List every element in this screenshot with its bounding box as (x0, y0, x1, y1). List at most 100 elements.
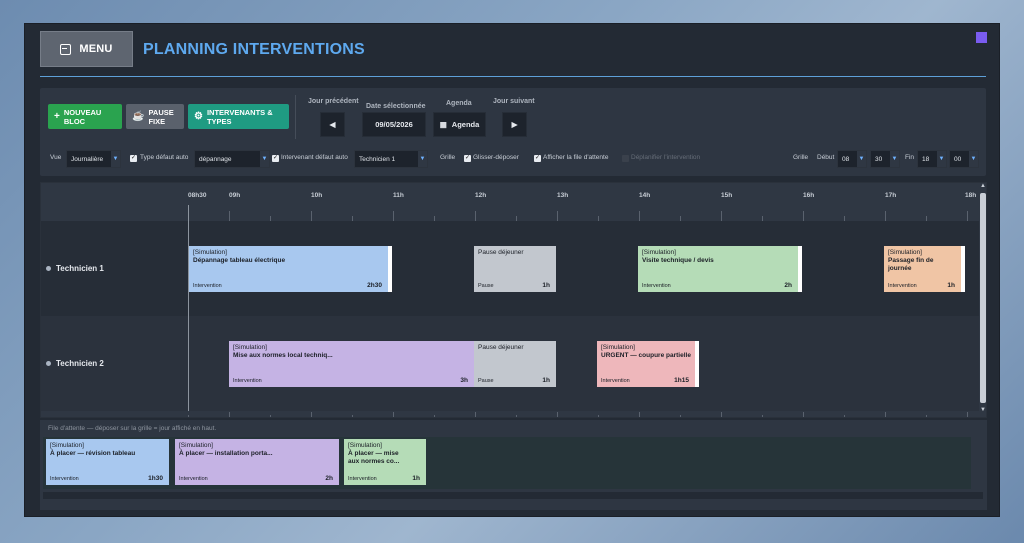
tick-label-12: 12h (475, 192, 487, 199)
timeline-tick (721, 211, 722, 221)
timeline-tick (721, 412, 722, 417)
toolbar: + NOUVEAU BLOC ☕ PAUSE FIXE ⚙ INTERVENAN… (40, 88, 986, 176)
vue-label: Vue (50, 154, 62, 161)
selected-date-label: Date sélectionnée (366, 103, 426, 110)
technician-label: Technicien 1 (46, 264, 104, 273)
timeline-tick (229, 412, 230, 417)
chevron-down-icon: ▼ (890, 151, 899, 167)
type-value: dépannage (199, 156, 232, 163)
intervention-block[interactable]: [Simulation] Visite technique / devis In… (638, 246, 802, 292)
block-category: Intervention (601, 378, 630, 384)
debut-min-select[interactable]: 30 ▼ (870, 150, 900, 168)
fin-min-select[interactable]: 00 ▼ (949, 150, 979, 168)
type-default-label: Type défaut auto (140, 154, 189, 161)
timeline-tick (516, 415, 517, 417)
staff-types-button[interactable]: ⚙ INTERVENANTS & TYPES (188, 104, 289, 129)
queue-scrollbar[interactable] (43, 492, 983, 499)
grille-label-2: Grille (793, 154, 809, 161)
timeline-tick (475, 412, 476, 417)
page-title: PLANNING INTERVENTIONS (143, 41, 365, 58)
block-tag: [Simulation] (642, 249, 676, 256)
block-title: Passage fin de journée (888, 257, 934, 272)
tick-label-11: 11h (393, 192, 404, 199)
block-title: À placer — installation porta... (179, 450, 273, 457)
block-category: Intervention (888, 283, 917, 289)
chevron-down-icon: ▼ (260, 151, 269, 167)
waiting-queue: File d'attente — déposer sur la grille =… (40, 420, 987, 510)
window-indicator (976, 32, 987, 43)
block-title: Mise aux normes local techniq... (233, 352, 333, 359)
timeline-tick (967, 211, 968, 221)
intervention-block[interactable]: [Simulation] Mise aux normes local techn… (229, 341, 474, 387)
type-select[interactable]: dépannage ▼ (194, 150, 270, 168)
unschedule-checkbox[interactable]: ✓ (622, 155, 629, 162)
fin-hour-value: 18 (922, 156, 930, 163)
scroll-up-icon[interactable]: ▲ (979, 183, 986, 189)
prev-day-button[interactable]: ◀ (320, 112, 345, 137)
tick-label-18: 18h (965, 192, 977, 199)
chevron-down-icon: ▼ (418, 151, 427, 167)
block-duration: 3h (460, 377, 468, 384)
fixed-break-button[interactable]: ☕ PAUSE FIXE (126, 104, 184, 129)
technician-label: Technicien 2 (46, 359, 104, 368)
intervenant-select[interactable]: Technicien 1 ▼ (354, 150, 428, 168)
type-default-checkbox[interactable]: ✓ (130, 155, 137, 162)
chevron-right-icon: ▶ (511, 120, 518, 129)
block-duration: 2h (784, 282, 792, 289)
planning-grid[interactable]: 08h30 09h 10h 11h 12h 13h 14h 15h 16h 17… (40, 182, 987, 418)
queue-item[interactable]: [Simulation] À placer — révision tableau… (46, 439, 169, 485)
block-title: À placer — mise aux normes co... (348, 450, 400, 465)
fixed-break-label: PAUSE FIXE (148, 107, 174, 126)
queue-item[interactable]: [Simulation] À placer — mise aux normes … (344, 439, 426, 485)
block-tag: [Simulation] (179, 442, 213, 449)
timeline-tick (311, 211, 312, 221)
drag-drop-checkbox[interactable]: ✓ (464, 155, 471, 162)
next-day-button[interactable]: ▶ (502, 112, 527, 137)
chevron-down-icon: ▼ (937, 151, 946, 167)
tick-label-15: 15h (721, 192, 733, 199)
agenda-label: Agenda (446, 100, 472, 107)
timeline-tick (557, 211, 558, 221)
intervenant-default-checkbox[interactable]: ✓ (272, 155, 279, 162)
fin-hour-select[interactable]: 18 ▼ (917, 150, 947, 168)
block-category: Intervention (348, 476, 377, 482)
grid-scrollbar[interactable]: ▲ ▼ (979, 183, 986, 417)
break-block[interactable]: Pause déjeuner Pause 1h (474, 341, 556, 387)
chevron-left-icon: ◀ (329, 120, 336, 129)
intervention-block[interactable]: [Simulation] Passage fin de journée Inte… (884, 246, 965, 292)
toolbar-separator (295, 95, 296, 139)
scroll-down-icon[interactable]: ▼ (979, 407, 986, 413)
agenda-button[interactable]: ▦ Agenda (433, 112, 486, 137)
menu-button[interactable]: MENU (40, 31, 133, 67)
show-queue-checkbox[interactable]: ✓ (534, 155, 541, 162)
debut-min-value: 30 (875, 156, 883, 163)
timeline-tick (311, 412, 312, 417)
vue-select[interactable]: Journalière ▼ (66, 150, 121, 168)
timeline-tick (762, 415, 763, 417)
menu-label: MENU (79, 43, 113, 55)
intervention-block[interactable]: [Simulation] Dépannage tableau électriqu… (189, 246, 392, 292)
chevron-down-icon: ▼ (857, 151, 866, 167)
show-queue-label: Afficher la file d'attente (543, 154, 609, 161)
chevron-down-icon: ▼ (969, 151, 978, 167)
block-duration: 1h (542, 377, 550, 384)
new-block-label: NOUVEAU BLOC (63, 107, 102, 126)
menu-icon (60, 43, 72, 55)
date-field[interactable]: 09/05/2026 (362, 112, 426, 137)
timeline-tick (229, 211, 230, 221)
intervention-block[interactable]: [Simulation] URGENT — coupure partielle … (597, 341, 699, 387)
cup-icon: ☕ (132, 110, 145, 122)
block-category: Intervention (193, 283, 222, 289)
tick-label-10: 10h (311, 192, 323, 199)
new-block-button[interactable]: + NOUVEAU BLOC (48, 104, 122, 129)
block-category: Intervention (179, 476, 208, 482)
debut-hour-select[interactable]: 08 ▼ (837, 150, 867, 168)
timeline-tick (393, 412, 394, 417)
options-row: Vue Journalière ▼ ✓ Type défaut auto dép… (40, 150, 986, 168)
technician-name: Technicien 2 (56, 359, 104, 368)
queue-item[interactable]: [Simulation] À placer — installation por… (175, 439, 339, 485)
break-block[interactable]: Pause déjeuner Pause 1h (474, 246, 556, 292)
scrollbar-thumb[interactable] (980, 193, 986, 403)
fin-label: Fin (905, 154, 915, 161)
queue-lane[interactable]: [Simulation] À placer — révision tableau… (43, 437, 971, 489)
